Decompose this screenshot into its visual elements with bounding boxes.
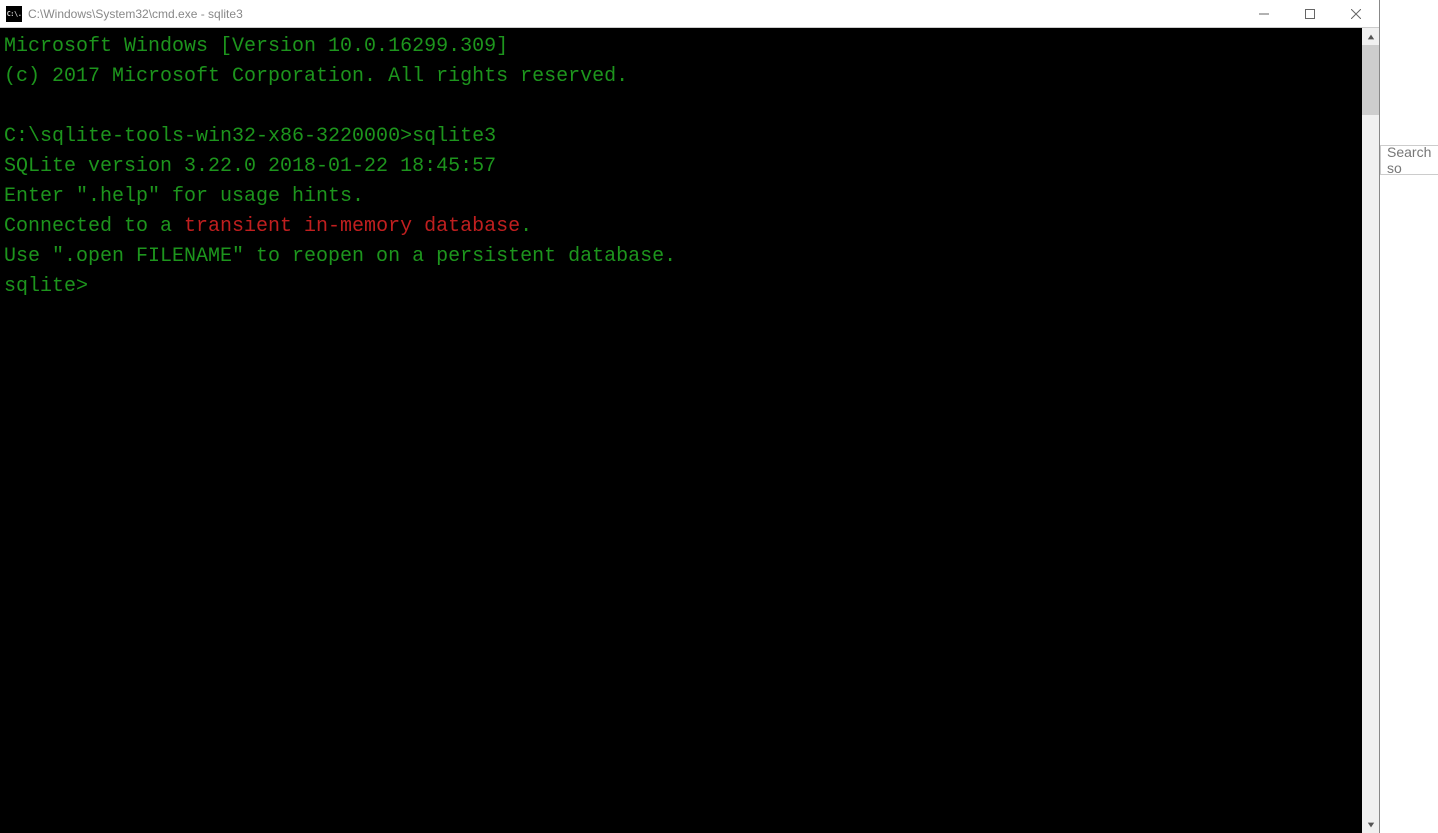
terminal-line: SQLite version 3.22.0 2018-01-22 18:45:5…	[4, 155, 496, 178]
close-button[interactable]	[1333, 0, 1379, 27]
terminal-line: C:\sqlite-tools-win32-x86-3220000>sqlite…	[4, 125, 496, 148]
titlebar[interactable]: C:\. C:\Windows\System32\cmd.exe - sqlit…	[0, 0, 1379, 28]
scroll-up-arrow[interactable]	[1362, 28, 1379, 45]
terminal-line: (c) 2017 Microsoft Corporation. All righ…	[4, 65, 628, 88]
cmd-icon: C:\.	[6, 6, 22, 22]
scroll-track[interactable]	[1362, 45, 1379, 816]
scroll-down-arrow[interactable]	[1362, 816, 1379, 833]
terminal-line-part: Connected to a	[4, 215, 184, 238]
terminal-line: Microsoft Windows [Version 10.0.16299.30…	[4, 35, 508, 58]
maximize-button[interactable]	[1287, 0, 1333, 27]
background-search-box[interactable]: Search so	[1380, 145, 1438, 175]
scroll-thumb[interactable]	[1362, 45, 1379, 115]
terminal-container: Microsoft Windows [Version 10.0.16299.30…	[0, 28, 1379, 833]
terminal-line: Use ".open FILENAME" to reopen on a pers…	[4, 245, 676, 268]
search-placeholder: Search so	[1387, 145, 1438, 175]
cmd-window: C:\. C:\Windows\System32\cmd.exe - sqlit…	[0, 0, 1380, 833]
window-controls	[1241, 0, 1379, 27]
terminal-output[interactable]: Microsoft Windows [Version 10.0.16299.30…	[0, 28, 1362, 833]
vertical-scrollbar[interactable]	[1362, 28, 1379, 833]
terminal-highlight: transient in-memory database	[184, 215, 520, 238]
terminal-line: Enter ".help" for usage hints.	[4, 185, 364, 208]
window-title: C:\Windows\System32\cmd.exe - sqlite3	[28, 7, 1241, 21]
minimize-button[interactable]	[1241, 0, 1287, 27]
terminal-line-part: .	[520, 215, 532, 238]
sqlite-prompt: sqlite>	[4, 275, 100, 298]
